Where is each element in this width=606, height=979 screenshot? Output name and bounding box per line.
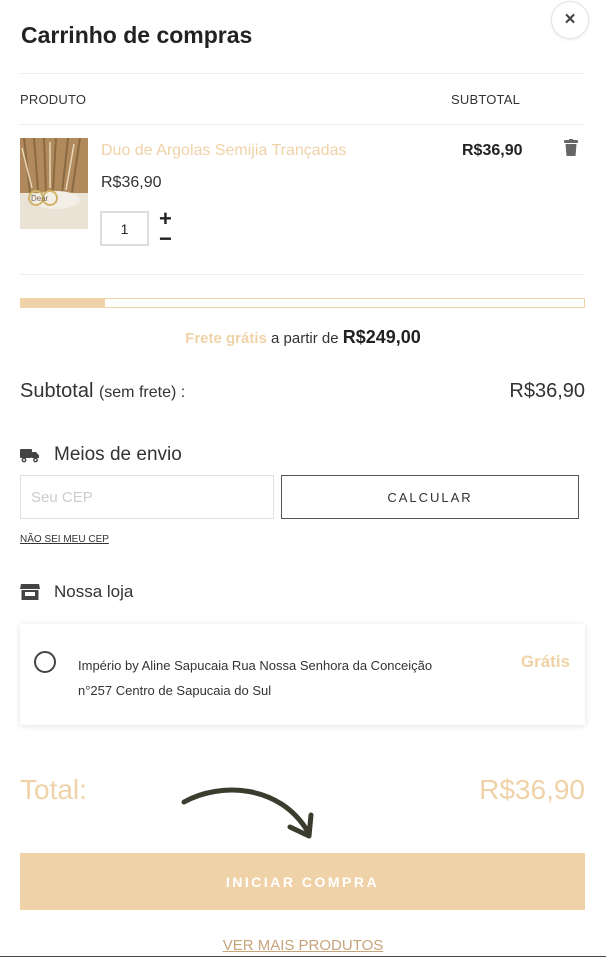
bottom-divider [0, 956, 606, 957]
truck-icon [20, 448, 39, 462]
trash-icon[interactable] [564, 139, 578, 161]
store-pickup-radio[interactable] [34, 651, 56, 673]
product-name-link[interactable]: Duo de Argolas Semijia Trançadas [101, 142, 346, 160]
divider [20, 73, 585, 74]
quantity-input[interactable]: 1 [100, 211, 149, 246]
store-address: Império by Aline Sapucaia Rua Nossa Senh… [78, 658, 433, 698]
total-label: Total: [20, 774, 87, 805]
item-subtotal: R$36,90 [462, 142, 523, 159]
shipping-heading-label: Meios de envio [54, 444, 182, 465]
close-button[interactable]: × [551, 1, 589, 39]
store-heading-label: Nossa loja [54, 582, 134, 601]
cart-title: Carrinho de compras [21, 22, 253, 48]
store-heading: Nossa loja [20, 582, 133, 602]
total-value: R$36,90 [479, 774, 585, 805]
free-shipping-amount: R$249,00 [342, 327, 421, 347]
divider [20, 124, 585, 125]
store-pickup-price: Grátis [520, 652, 570, 671]
product-image[interactable]: Dear [20, 138, 88, 229]
free-shipping-text: a partir de [266, 330, 343, 347]
free-shipping-progress-bar [20, 298, 585, 308]
shipping-heading: Meios de envio [20, 444, 182, 466]
cep-input[interactable] [20, 475, 274, 519]
free-shipping-message: Frete grátis a partir de R$249,00 [0, 327, 606, 348]
dont-know-cep-link[interactable]: NÃO SEI MEU CEP [20, 534, 109, 545]
divider [20, 274, 585, 275]
subtotal-note: (sem frete) : [98, 384, 186, 401]
subtotal-label: Subtotal (sem frete) : [20, 380, 185, 403]
store-pickup-option[interactable]: Império by Aline Sapucaia Rua Nossa Senh… [20, 624, 585, 725]
subtotal-column-header: SUBTOTAL [451, 92, 521, 107]
subtotal-value: R$36,90 [509, 380, 585, 402]
product-unit-price: R$36,90 [101, 174, 162, 191]
decrease-quantity-button[interactable]: − [159, 228, 172, 250]
subtotal-label-text: Subtotal [20, 380, 94, 402]
start-checkout-button[interactable]: INICIAR COMPRA [20, 853, 585, 910]
curved-arrow-icon [181, 787, 314, 839]
progress-fill [21, 299, 106, 307]
product-column-header: PRODUTO [20, 92, 87, 107]
calculate-shipping-button[interactable]: CALCULAR [281, 475, 579, 519]
see-more-products-link[interactable]: VER MAIS PRODUTOS [0, 937, 606, 954]
product-image-text: Dear [31, 194, 49, 203]
store-icon [20, 584, 40, 600]
free-shipping-highlight: Frete grátis [185, 330, 267, 347]
